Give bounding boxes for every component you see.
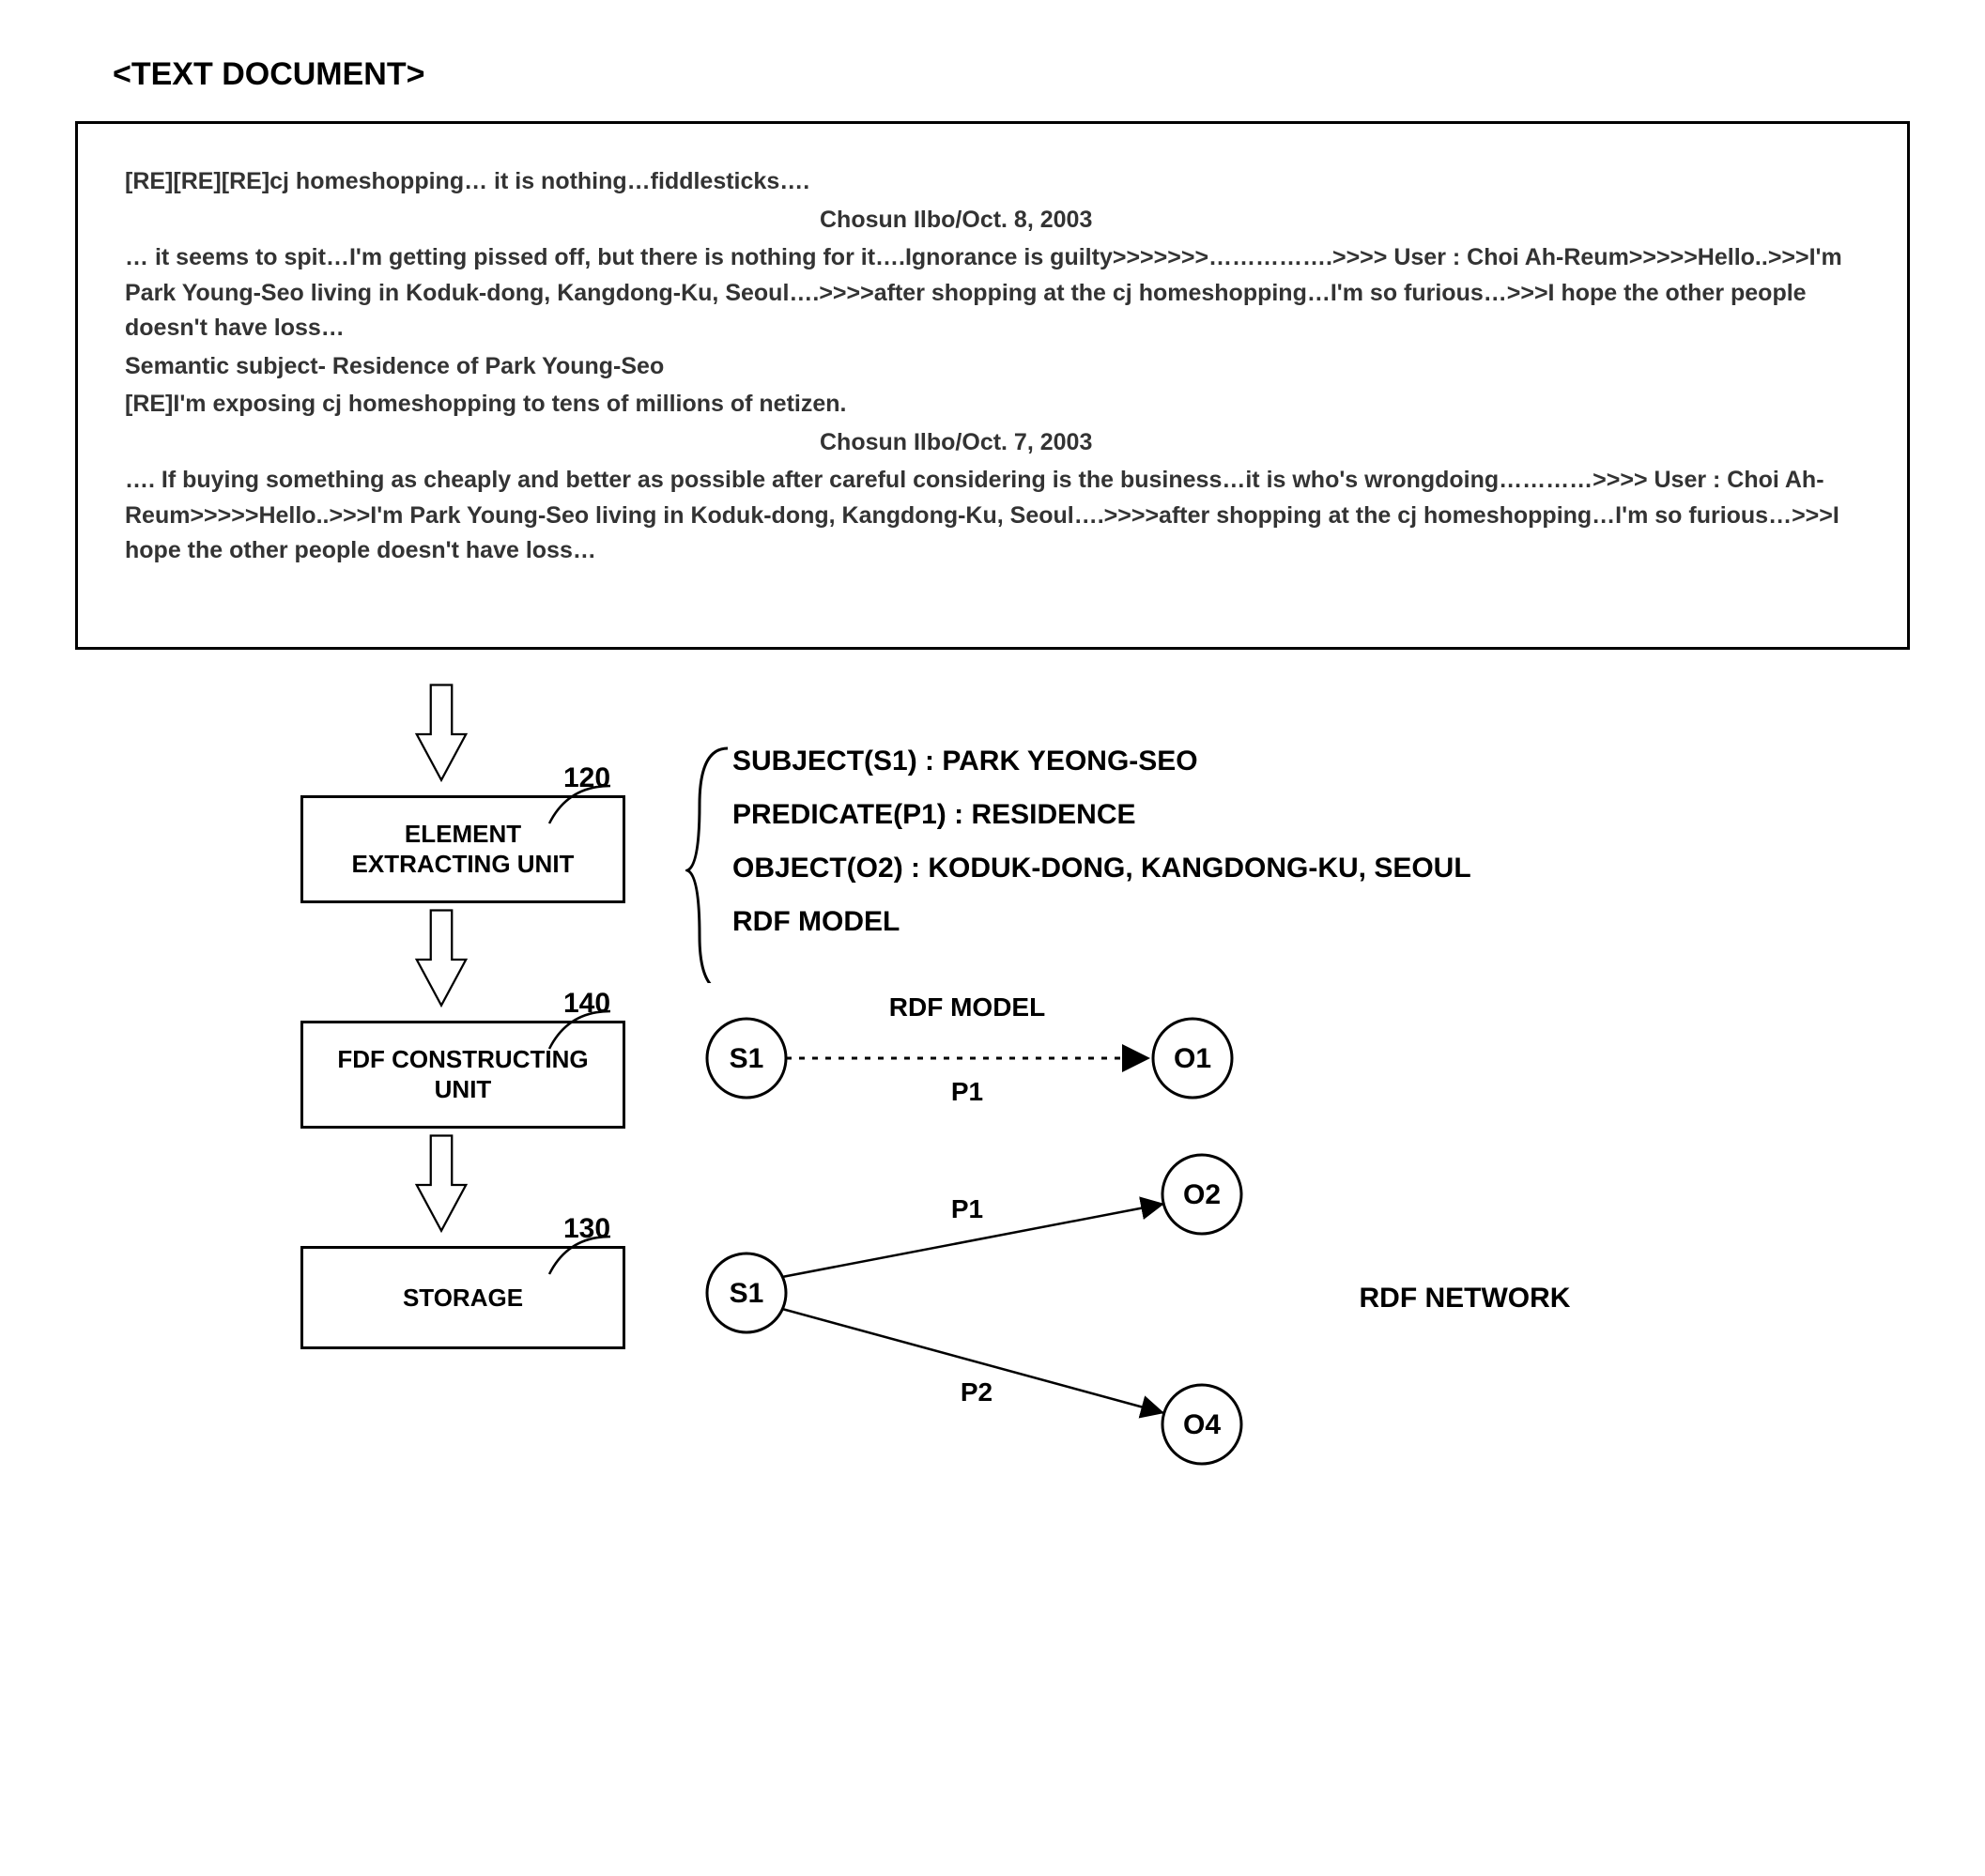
triple-object: OBJECT(O2) : KODUK-DONG, KANGDONG-KU, SE… bbox=[732, 841, 1471, 895]
arrow-down-icon bbox=[413, 903, 469, 1016]
rdf-network-title: RDF NETWORK bbox=[1360, 1283, 1571, 1314]
triple-subject: SUBJECT(S1) : PARK YEONG-SEO bbox=[732, 734, 1471, 788]
element-extracting-unit-box: ELEMENT EXTRACTING UNIT bbox=[300, 795, 625, 903]
unit-label: UNIT bbox=[313, 1074, 613, 1105]
unit-label: ELEMENT bbox=[313, 819, 613, 850]
doc-line-4: Semantic subject- Residence of Park Youn… bbox=[125, 349, 1860, 385]
edge-p1: P1 bbox=[951, 1077, 983, 1106]
unit-label: STORAGE bbox=[313, 1283, 613, 1314]
node-s1: S1 bbox=[730, 1043, 764, 1074]
doc-line-5: [RE]I'm exposing cj homeshopping to tens… bbox=[125, 387, 1860, 423]
unit-label: EXTRACTING UNIT bbox=[313, 849, 613, 880]
doc-source-2: Chosun Ilbo/Oct. 7, 2003 bbox=[820, 425, 1860, 461]
node-s1-net: S1 bbox=[730, 1278, 764, 1309]
edge-p1-net: P1 bbox=[951, 1194, 983, 1223]
arrow-down-icon bbox=[413, 1129, 469, 1241]
rdf-model-title: RDF MODEL bbox=[889, 992, 1045, 1022]
rdf-model-graph: S1 O1 RDF MODEL P1 bbox=[695, 964, 1352, 1124]
doc-line-1: [RE][RE][RE]cj homeshopping… it is nothi… bbox=[125, 164, 1860, 200]
node-o4: O4 bbox=[1183, 1409, 1221, 1440]
rdf-network-graph: S1 O2 O4 P1 P2 RDF NETWORK bbox=[695, 1152, 1634, 1471]
fdf-constructing-unit-box: FDF CONSTRUCTING UNIT bbox=[300, 1021, 625, 1129]
unit-label: FDF CONSTRUCTING bbox=[313, 1044, 613, 1075]
node-o1: O1 bbox=[1174, 1043, 1211, 1074]
text-document-box: [RE][RE][RE]cj homeshopping… it is nothi… bbox=[75, 121, 1910, 650]
triple-predicate: PREDICATE(P1) : RESIDENCE bbox=[732, 788, 1471, 841]
doc-line-3: … it seems to spit…I'm getting pissed of… bbox=[125, 240, 1860, 346]
node-o2: O2 bbox=[1183, 1179, 1221, 1210]
doc-line-7: …. If buying something as cheaply and be… bbox=[125, 463, 1860, 569]
storage-box: STORAGE bbox=[300, 1246, 625, 1350]
doc-source-1: Chosun Ilbo/Oct. 8, 2003 bbox=[820, 203, 1860, 238]
edge-p2: P2 bbox=[961, 1377, 992, 1407]
page-title: <TEXT DOCUMENT> bbox=[113, 56, 1929, 93]
arrow-down-icon bbox=[413, 678, 469, 791]
